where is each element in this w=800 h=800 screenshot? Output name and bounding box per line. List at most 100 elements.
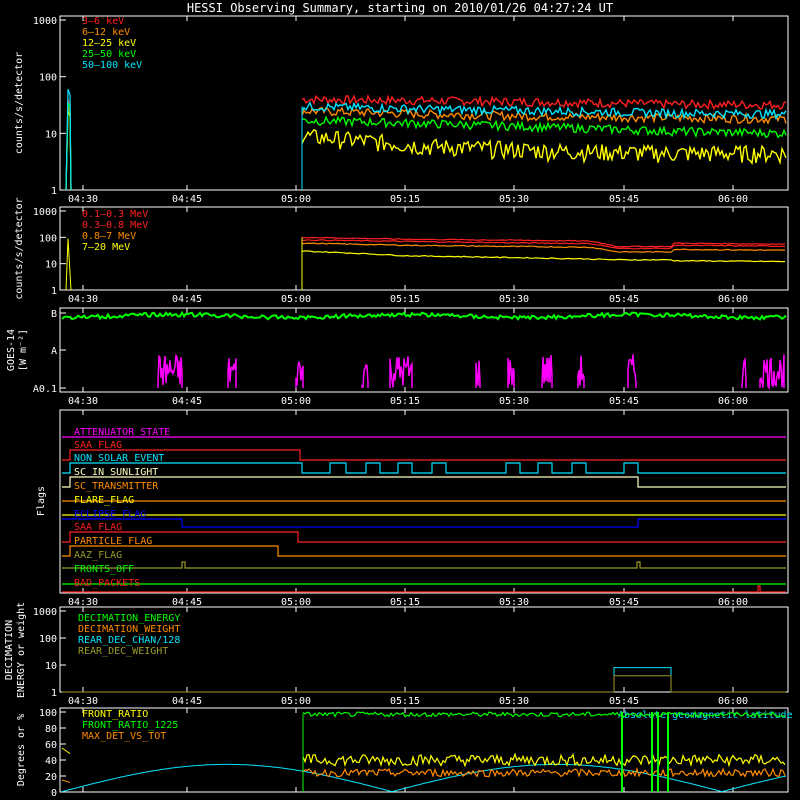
decimation-xtick-label: 05:30: [499, 696, 529, 707]
flag-label-9: AAZ_FLAG: [74, 550, 122, 561]
flag-label-4: SC_TRANSMITTER: [74, 481, 159, 492]
decimation-ylabel-2: ENERGY or weight: [16, 602, 27, 698]
decimation-legend-item: REAR_DEC_CHAN/128: [78, 635, 180, 646]
gamma-legend-item: 7—20 MeV: [82, 242, 130, 253]
decimation-series-0: [62, 667, 786, 693]
flags-xtick-label: 05:15: [390, 597, 420, 608]
ratio-ytick-label: 60: [45, 740, 57, 751]
flag-label-11: BAD_PACKETS: [74, 578, 140, 589]
gamma-ytick-label: 100: [39, 233, 57, 244]
decimation-ylabel: DECIMATION: [4, 620, 15, 680]
goes-xtick-label: 05:45: [609, 396, 639, 407]
goes-ytick-label: B: [51, 309, 57, 320]
decimation-xtick-label: 04:30: [68, 696, 98, 707]
flag-label-5: FLARE_FLAG: [74, 495, 134, 506]
gamma-xtick-label: 04:30: [68, 294, 98, 305]
gamma-panel-frame: [59, 206, 789, 291]
flags-xtick-label: 05:30: [499, 597, 529, 608]
goes-units-label: [W m⁻²]: [18, 329, 29, 371]
lightcurve-xtick-label: 05:15: [390, 194, 420, 205]
ratio-ytick-label: 40: [45, 756, 57, 767]
lightcurve-legend-item: 12—25 keV: [82, 38, 136, 49]
lightcurve-ytick-label: 10: [45, 129, 57, 140]
flags-ylabel: Flags: [36, 486, 47, 516]
ratio-ytick-label: 100: [39, 708, 57, 719]
ratio-ytick-label: 80: [45, 724, 57, 735]
goes-ylabel: GOES-14: [6, 329, 17, 371]
ratio-series-2: [302, 767, 786, 778]
ratio-ytick-label: 20: [45, 772, 57, 783]
goes-short-burst-3: [361, 363, 369, 388]
goes-xtick-label: 06:00: [718, 396, 748, 407]
decimation-ytick-label: 100: [39, 634, 57, 645]
decimation-xtick-label: 05:45: [609, 696, 639, 707]
gamma-legend-item: 0.1—0.3 MeV: [82, 209, 148, 220]
goes-short-burst-1: [227, 358, 237, 388]
gamma-series-3: [301, 250, 786, 263]
flags-xtick-label: 06:00: [718, 597, 748, 608]
lightcurve-xtick-label: 05:00: [281, 194, 311, 205]
lightcurve-ytick-label: 1: [51, 186, 57, 197]
flags-xtick-label: 04:45: [172, 597, 202, 608]
goes-long-series: [61, 310, 787, 321]
flag-label-3: SC_IN_SUNLIGHT: [74, 467, 158, 478]
decimation-series-1: [62, 675, 786, 693]
flag-trace-7: [62, 531, 786, 543]
gamma-xtick-label: 05:00: [281, 294, 311, 305]
gamma-xtick-label: 05:30: [499, 294, 529, 305]
goes-xtick-label: 05:15: [390, 396, 420, 407]
gamma-series-2: [301, 242, 785, 253]
goes-short-burst-5: [475, 360, 481, 388]
decimation-ytick-label: 1: [51, 688, 57, 699]
flags-xtick-label: 04:30: [68, 597, 98, 608]
goes-short-burst-0: [157, 353, 183, 388]
lightcurve-xtick-label: 05:30: [499, 194, 529, 205]
gamma-ytick-label: 10: [45, 260, 57, 271]
decimation-legend-item: DECIMATION_ENERGY: [78, 613, 180, 624]
lightcurve-xtick-label: 06:00: [718, 194, 748, 205]
lightcurve-ytick-label: 1000: [33, 16, 57, 27]
lightcurve-xtick-label: 04:45: [172, 194, 202, 205]
ratio-early-front: [61, 747, 71, 755]
decimation-ytick-label: 10: [45, 661, 57, 672]
flag-trace-3: [62, 476, 786, 488]
lightcurve-series-2: [301, 128, 787, 166]
gamma-xtick-label: 05:45: [609, 294, 639, 305]
ratio-latitude-series: [61, 763, 787, 793]
chart-title: HESSI Observing Summary, starting on 201…: [187, 1, 613, 15]
goes-ytick-label: A: [51, 346, 57, 357]
decimation-ytick-label: 1000: [33, 607, 57, 618]
ratio-series-0: [302, 752, 786, 768]
gamma-spike: [65, 238, 72, 291]
goes-short-burst-8: [577, 355, 585, 388]
lightcurve-xtick-label: 04:30: [68, 194, 98, 205]
flag-trace-9: [62, 561, 786, 569]
gamma-xtick-label: 04:45: [172, 294, 202, 305]
ratio-legend-item: FRONT_RATIO: [82, 709, 148, 720]
gamma-xtick-label: 06:00: [718, 294, 748, 305]
ratio-legend-item: MAX_DET_VS_TOT: [82, 731, 166, 742]
gamma-legend-item: 0.3—0.8 MeV: [82, 220, 148, 231]
gamma-xtick-label: 05:15: [390, 294, 420, 305]
decimation-xtick-label: 06:00: [718, 696, 748, 707]
goes-short-burst-7: [541, 354, 553, 388]
lightcurve-legend-item: 25—50 keV: [82, 49, 136, 60]
goes-ytick-label: A0.1: [33, 384, 57, 395]
goes-short-burst-11: [759, 354, 785, 391]
flag-label-7: SAA_FLAG: [74, 522, 122, 533]
goes-short-burst-4: [389, 356, 413, 388]
flag-label-10: FRONTS_OFF: [74, 564, 134, 575]
goes-xtick-label: 05:30: [499, 396, 529, 407]
observing-summary: HESSI Observing Summary, starting on 201…: [0, 0, 800, 800]
flag-trace-6: [62, 518, 786, 528]
gamma-ylabel: counts/s/detector: [14, 197, 25, 299]
flag-trace-11: [62, 585, 786, 593]
lightcurve-legend-item: 6—12 keV: [82, 27, 130, 38]
ratio-early-max: [61, 779, 71, 783]
lightcurve-panel-frame: [59, 15, 789, 191]
lightcurve-ytick-label: 100: [39, 73, 57, 84]
goes-xtick-label: 04:30: [68, 396, 98, 407]
decimation-xtick-label: 05:15: [390, 696, 420, 707]
summary-chart: HESSI Observing Summary, starting on 201…: [4, 1, 793, 799]
flags-xtick-label: 05:00: [281, 597, 311, 608]
